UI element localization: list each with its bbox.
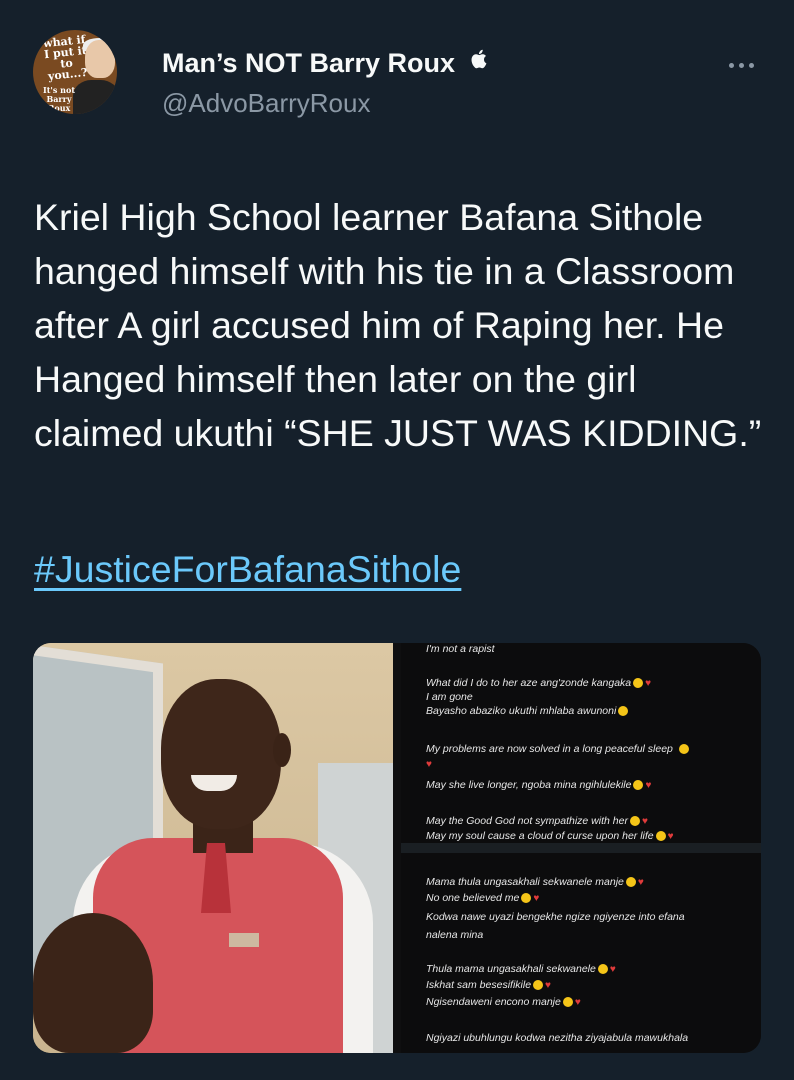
message-line: May the Good God not sympathize with her… xyxy=(426,815,648,828)
broken-heart-icon: ♥ xyxy=(426,759,432,770)
crying-emoji-icon xyxy=(562,997,573,1008)
message-text: May she live longer, ngoba mina ngihlule… xyxy=(426,779,632,791)
photo-ear xyxy=(273,733,291,767)
tweet-text: Kriel High School learner Bafana Sithole… xyxy=(34,196,762,454)
broken-heart-icon: ♥ xyxy=(545,980,551,991)
message-line: Ngisendaweni encono manje ♥ xyxy=(426,996,581,1009)
user-handle[interactable]: @AdvoBarryRoux xyxy=(162,88,370,119)
more-dot xyxy=(748,62,754,68)
apple-icon xyxy=(470,46,490,77)
broken-heart-icon: ♥ xyxy=(637,877,644,888)
message-line: nalena mina xyxy=(426,929,484,941)
crying-emoji-icon xyxy=(629,816,640,827)
broken-heart-icon: ♥ xyxy=(574,997,581,1008)
message-line: Thula mama ungasakhali sekwanele ♥ xyxy=(426,963,616,976)
tweet-media[interactable]: I'm not a rapist What did I do to her az… xyxy=(33,643,761,1053)
avatar-robe xyxy=(73,80,117,114)
message-line: No one believed me ♥ xyxy=(426,892,539,905)
broken-heart-icon: ♥ xyxy=(645,678,652,689)
message-text: May my soul cause a cloud of curse upon … xyxy=(426,830,654,842)
message-text: What did I do to her aze ang'zonde kanga… xyxy=(426,677,632,689)
more-dot xyxy=(728,62,734,68)
message-line: My problems are now solved in a long pea… xyxy=(426,743,689,756)
broken-heart-icon: ♥ xyxy=(641,816,648,827)
crying-emoji-icon xyxy=(521,893,532,904)
message-text: Bayasho abaziko ukuthi mhlaba awunoni xyxy=(426,705,617,717)
crying-emoji-icon xyxy=(633,678,644,689)
photo-hand xyxy=(33,913,153,1053)
crying-emoji-icon xyxy=(633,780,644,791)
message-line: Kodwa nawe uyazi bengekhe ngize ngiyenze… xyxy=(426,911,685,923)
message-line: Bayasho abaziko ukuthi mhlaba awunoni xyxy=(426,705,629,718)
crying-emoji-icon xyxy=(533,980,544,991)
more-dot xyxy=(738,62,744,68)
message-text: Ngisendaweni encono manje xyxy=(426,996,561,1008)
messages-screenshot[interactable]: I'm not a rapist What did I do to her az… xyxy=(401,643,761,1053)
message-text: May the Good God not sympathize with her xyxy=(426,815,628,827)
display-name-text[interactable]: Man’s NOT Barry Roux xyxy=(162,48,455,78)
message-text: Iskhat sam besesifikile xyxy=(426,979,532,991)
photo-badge xyxy=(229,933,259,947)
message-line: May she live longer, ngoba mina ngihlule… xyxy=(426,779,651,792)
message-line: I am gone xyxy=(426,691,473,703)
avatar-face xyxy=(85,40,115,78)
message-text: Mama thula ungasakhali sekwanele manje xyxy=(426,876,624,888)
message-line: May my soul cause a cloud of curse upon … xyxy=(426,830,674,843)
panel-divider xyxy=(401,843,761,853)
display-name[interactable]: Man’s NOT Barry Roux xyxy=(162,48,490,79)
avatar[interactable]: what if I put it to you...? It's not Bar… xyxy=(33,30,117,114)
message-text: No one believed me xyxy=(426,892,520,904)
hashtag-link[interactable]: #JusticeForBafanaSithole xyxy=(34,542,461,596)
message-line: What did I do to her aze ang'zonde kanga… xyxy=(426,677,651,690)
crying-emoji-icon xyxy=(618,706,629,717)
avatar-subcaption: It's not Barry Roux xyxy=(42,85,76,113)
more-options-icon[interactable] xyxy=(724,58,758,72)
broken-heart-icon: ♥ xyxy=(609,964,616,975)
message-text: My problems are now solved in a long pea… xyxy=(426,743,673,755)
student-photo[interactable] xyxy=(33,643,393,1053)
broken-heart-icon: ♥ xyxy=(533,893,540,904)
message-line: ♥ xyxy=(426,758,432,771)
crying-emoji-icon xyxy=(597,964,608,975)
message-line: Ngiyazi ubuhlungu kodwa nezitha ziyajabu… xyxy=(426,1032,689,1044)
crying-emoji-icon xyxy=(655,831,666,842)
crying-emoji-icon xyxy=(625,877,636,888)
message-line: Mama thula ungasakhali sekwanele manje ♥ xyxy=(426,876,644,889)
photo-face xyxy=(161,679,281,829)
message-line: Iskhat sam besesifikile ♥ xyxy=(426,979,551,992)
broken-heart-icon: ♥ xyxy=(667,831,674,842)
broken-heart-icon: ♥ xyxy=(645,780,652,791)
crying-emoji-icon xyxy=(678,744,689,755)
message-line: I'm not a rapist xyxy=(426,643,495,655)
message-text: Thula mama ungasakhali sekwanele xyxy=(426,963,596,975)
